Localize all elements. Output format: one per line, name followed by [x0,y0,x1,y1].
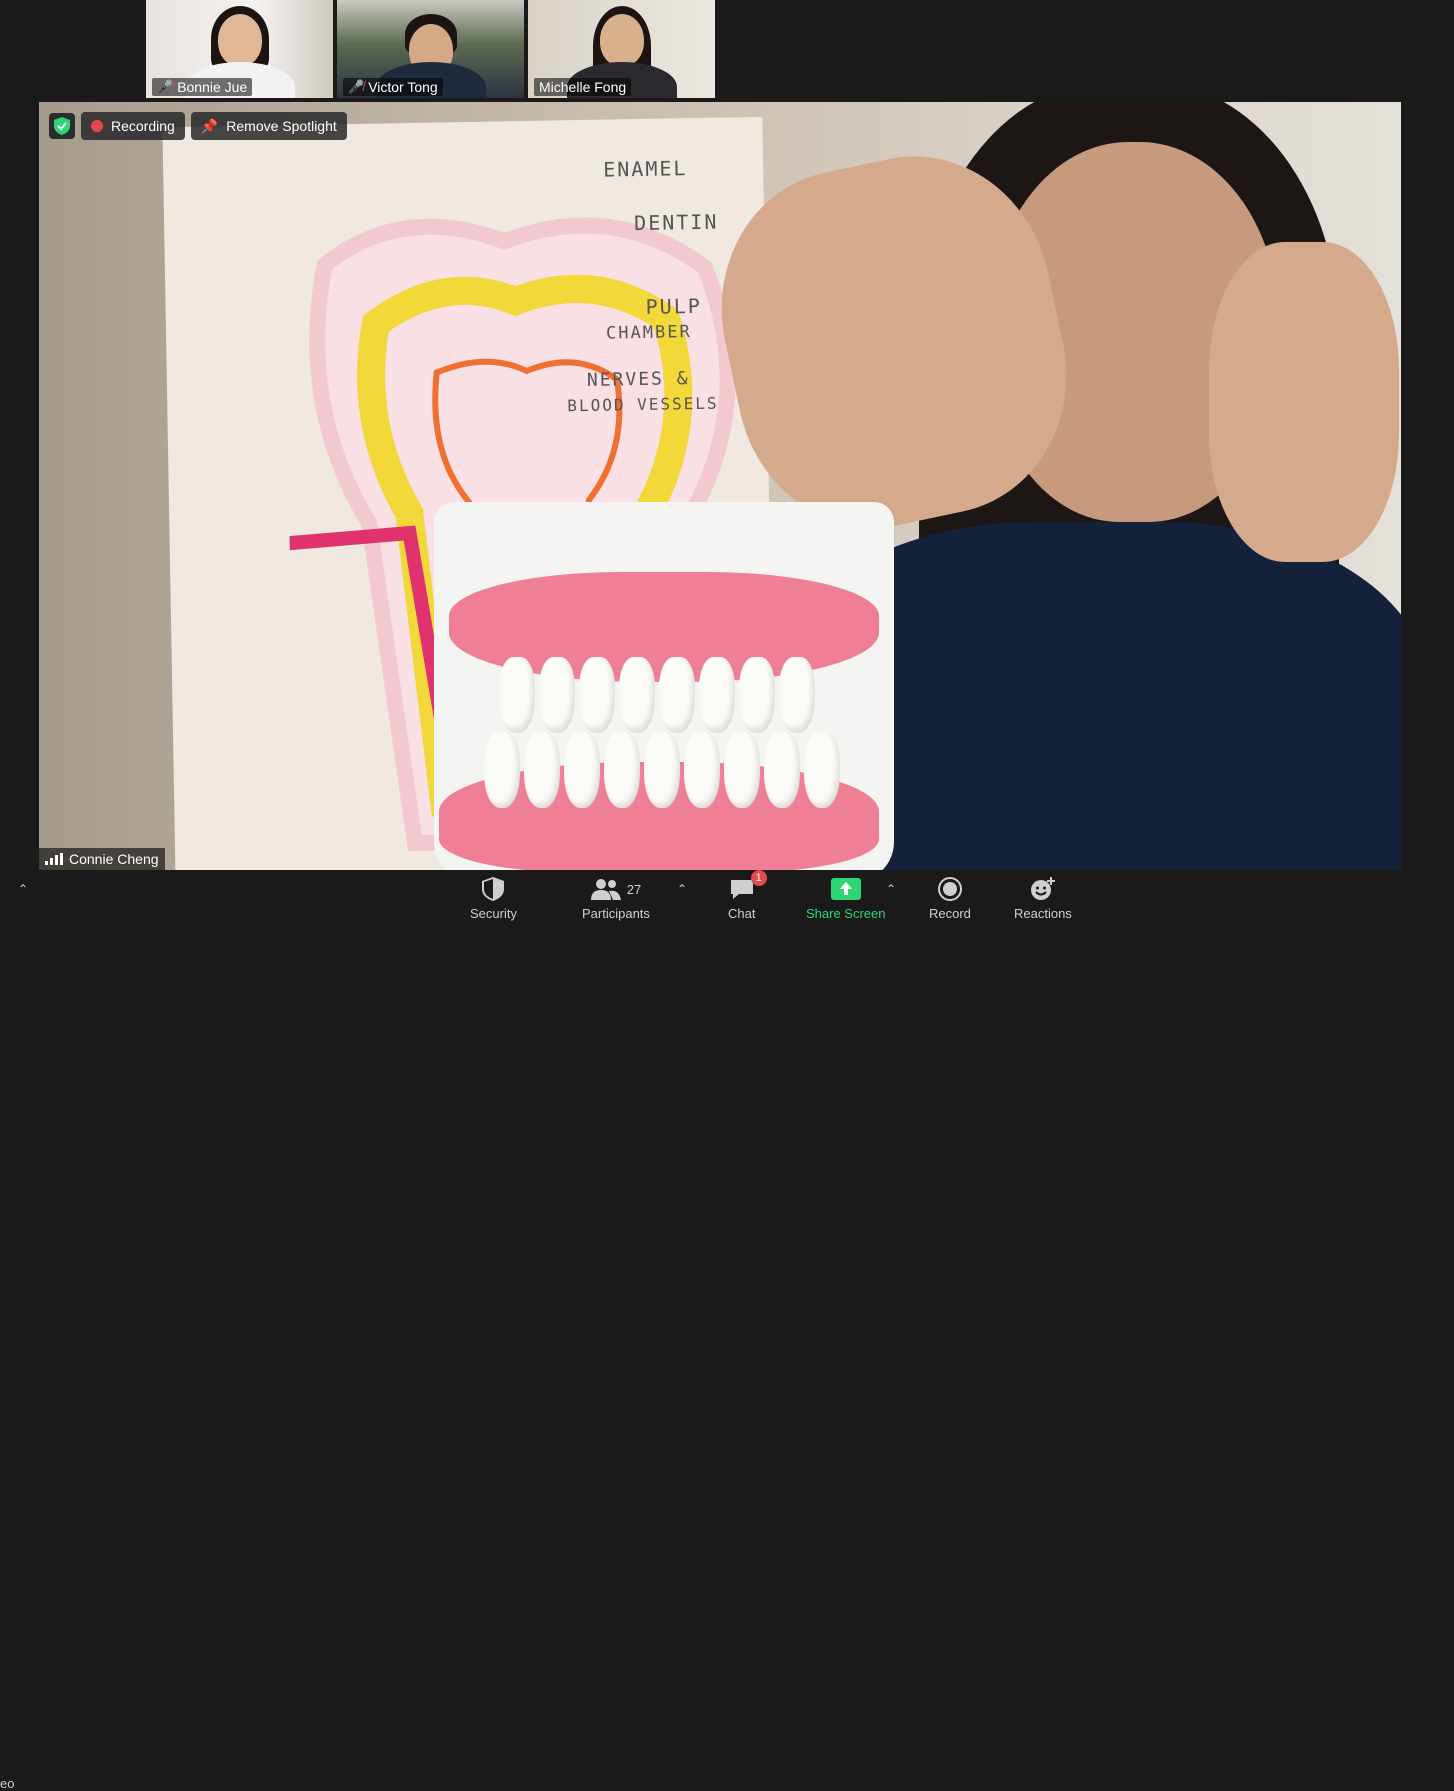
share-chevron-up-icon[interactable]: ⌃ [886,882,896,896]
security-button[interactable]: Security [470,876,517,921]
reactions-button[interactable]: Reactions [1014,876,1072,921]
participant-strip: 🎤̸ Bonnie Jue 🎤̸ Victor Tong Michelle Fo… [146,0,715,98]
meeting-status-overlay: Recording 📌 Remove Spotlight [49,112,347,140]
poster-label-dentin: DENTIN [633,209,719,236]
emoji-plus-icon [1030,876,1056,902]
participant-name-tag: Michelle Fong [534,78,632,96]
participant-name: Victor Tong [368,79,438,95]
participants-button[interactable]: 27 Participants [582,876,650,921]
signal-strength-icon [45,853,63,865]
poster-label-enamel: ENAMEL [603,156,688,182]
speaker-name-tag: Connie Cheng [39,848,165,870]
participants-icon: 27 [590,876,642,902]
meeting-toolbar: ⌃ eo Security 27 Participants ⌃ 1 Chat S… [0,870,1454,1791]
chat-unread-badge: 1 [750,870,767,886]
remove-spotlight-label: Remove Spotlight [226,118,337,134]
participant-name-tag: 🎤̸ Bonnie Jue [152,78,253,96]
tooth [524,732,560,808]
reactions-label: Reactions [1014,906,1072,921]
chat-button[interactable]: 1 Chat [728,870,767,921]
tooth [764,732,800,808]
participants-label: Participants [582,906,650,921]
participant-tile-michelle[interactable]: Michelle Fong [528,0,715,98]
share-screen-button[interactable]: Share Screen [806,876,886,921]
participant-count: 27 [626,881,642,897]
mic-muted-icon: 🎤̸ [348,79,365,94]
poster-label-vessels: BLOOD VESSELS [567,393,719,416]
record-label: Record [929,906,971,921]
participant-name: Bonnie Jue [177,79,248,95]
tooth [619,657,655,733]
speaker-right-hand [1209,242,1399,562]
participants-chevron-up-icon[interactable]: ⌃ [677,882,687,896]
tooth [739,657,775,733]
participant-name-tag: 🎤̸ Victor Tong [343,78,443,96]
tooth [699,657,735,733]
tooth [724,732,760,808]
tooth [644,732,680,808]
tooth [484,732,520,808]
avatar-face [599,14,644,66]
record-dot-icon [91,120,103,132]
record-button[interactable]: Record [929,876,971,921]
tooth [499,657,535,733]
dental-model-lower-teeth [484,732,840,808]
pin-icon: 📌 [200,117,219,134]
poster-label-chamber: CHAMBER [605,322,692,344]
tooth [604,732,640,808]
share-screen-icon [830,876,861,902]
dental-model-upper-teeth [499,657,815,733]
mic-muted-icon: 🎤̸ [157,79,174,94]
participant-name: Michelle Fong [539,79,627,95]
tooth [804,732,840,808]
remove-spotlight-button[interactable]: 📌 Remove Spotlight [190,112,347,140]
recording-indicator[interactable]: Recording [81,112,185,140]
chat-label: Chat [728,906,756,921]
poster-label-nerves: NERVES & [586,368,690,391]
security-label: Security [470,906,517,921]
tooth [779,657,815,733]
speaker-name: Connie Cheng [69,851,159,867]
avatar-face [217,14,262,66]
tooth [564,732,600,808]
poster-label-pulp: PULP [645,293,702,319]
chevron-up-icon[interactable]: ⌃ [18,882,28,896]
tooth [539,657,575,733]
participant-tile-bonnie[interactable]: 🎤̸ Bonnie Jue [146,0,333,98]
shield-icon [482,876,505,902]
tooth [579,657,615,733]
speaker-video[interactable]: ENAMEL DENTIN PULP CHAMBER NERVES & BLOO… [39,102,1401,870]
tooth [659,657,695,733]
participant-tile-victor[interactable]: 🎤̸ Victor Tong [337,0,524,98]
tooth [684,732,720,808]
record-icon [937,876,962,902]
recording-label: Recording [111,118,175,134]
chat-bubble-icon: 1 [729,870,767,902]
toolbar-edge-label: eo [0,1776,15,1791]
encryption-shield-icon[interactable] [49,113,75,139]
share-screen-label: Share Screen [806,906,886,921]
